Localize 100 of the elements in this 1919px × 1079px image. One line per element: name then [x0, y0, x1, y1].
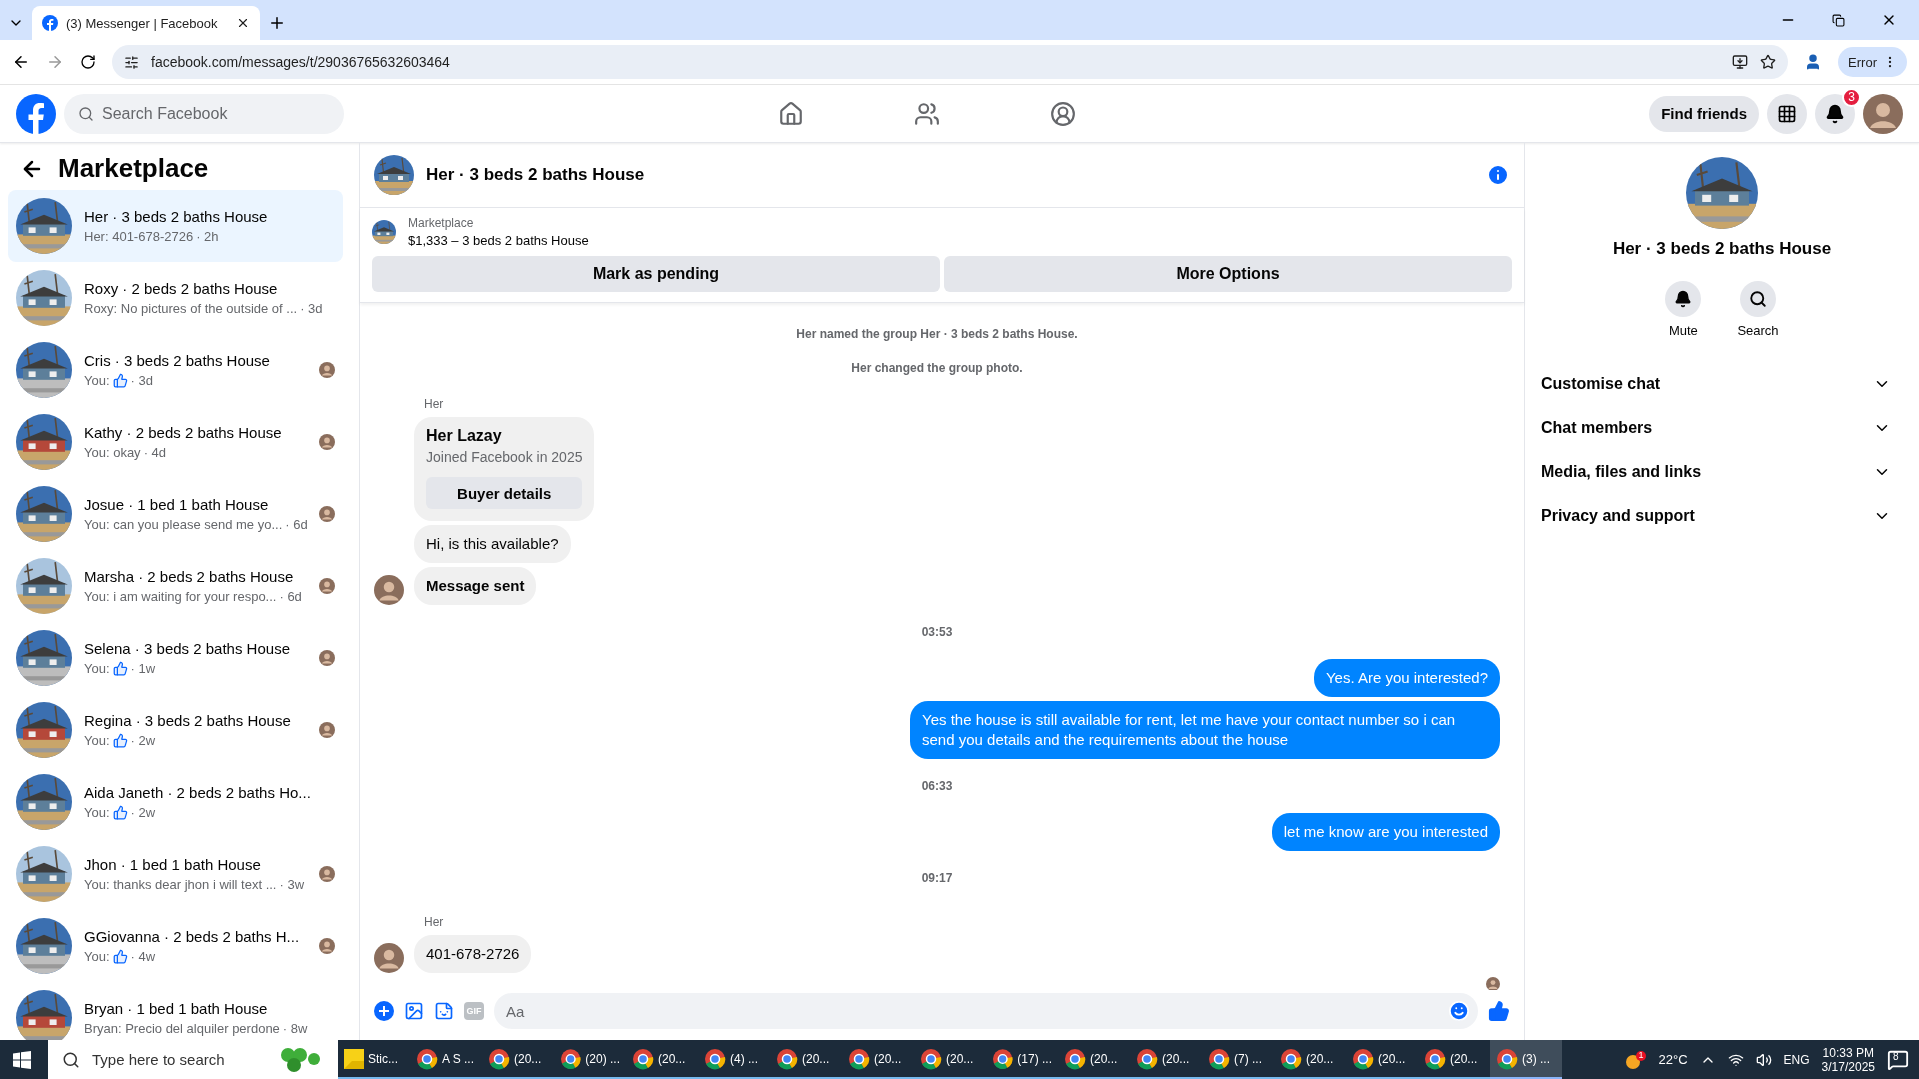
- browser-icon: [1496, 1047, 1518, 1070]
- profile-error-button[interactable]: Error: [1838, 47, 1907, 77]
- buyer-joined: Joined Facebook in 2025: [426, 449, 583, 465]
- message-preview: You:: [84, 949, 110, 964]
- volume-icon[interactable]: [1755, 1051, 1772, 1068]
- close-icon[interactable]: [236, 16, 250, 30]
- taskbar-app[interactable]: (20...: [482, 1040, 554, 1079]
- buyer-details-button[interactable]: Buyer details: [426, 477, 583, 509]
- back-icon[interactable]: [12, 53, 30, 71]
- browser-icon: [1064, 1047, 1086, 1070]
- listing-action-button[interactable]: Mark as pending: [372, 256, 940, 292]
- listing-action-button[interactable]: More Options: [944, 256, 1512, 292]
- bell-icon: [1674, 290, 1693, 308]
- site-settings-icon[interactable]: [124, 54, 139, 70]
- conversation-item[interactable]: Marsha · 2 beds 2 baths House You: i am waiting for your respo... · 6d: [8, 550, 343, 622]
- thumbs-up-icon[interactable]: [1488, 1000, 1510, 1022]
- conversation-item[interactable]: Kathy · 2 beds 2 baths House You: okay · 4d: [8, 406, 343, 478]
- message-time: · 3d: [130, 373, 153, 388]
- add-icon[interactable]: [374, 1001, 394, 1021]
- incoming-message: Message sent: [414, 567, 537, 605]
- listing-name[interactable]: $1,333 – 3 beds 2 baths House: [408, 233, 589, 248]
- browser-icon: [920, 1047, 942, 1070]
- facebook-logo[interactable]: [16, 93, 56, 134]
- taskbar-app[interactable]: (20...: [1058, 1040, 1130, 1079]
- sticker-icon[interactable]: [434, 1001, 454, 1021]
- info-icon[interactable]: [1486, 163, 1510, 187]
- taskbar-app[interactable]: A S ...: [410, 1040, 482, 1079]
- info-section[interactable]: Chat members: [1525, 406, 1919, 450]
- info-section[interactable]: Customise chat: [1525, 362, 1919, 406]
- browser-icon: [632, 1047, 654, 1070]
- conversation-title: Aida Janeth · 2 beds 2 baths Ho...: [84, 784, 312, 801]
- conversation-item[interactable]: Josue · 1 bed 1 bath House You: can you please send me yo... · 6d: [8, 478, 343, 550]
- message-preview: You:: [84, 805, 110, 820]
- conversation-item[interactable]: Cris · 3 beds 2 baths House You: · 3d: [8, 334, 343, 406]
- message-preview: You:: [84, 373, 110, 388]
- taskbar-app[interactable]: (20...: [770, 1040, 842, 1079]
- clock[interactable]: 10:33 PM 3/17/2025: [1821, 1045, 1875, 1074]
- conversation-item[interactable]: Roxy · 2 beds 2 baths House Roxy: No pictures of the outside of ... · 3d: [8, 262, 343, 334]
- conversation-title: Selena · 3 beds 2 baths House: [84, 640, 291, 657]
- find-friends-button[interactable]: Find friends: [1649, 95, 1759, 132]
- message-preview: You:: [84, 733, 110, 748]
- conversation-item[interactable]: Aida Janeth · 2 beds 2 baths Ho... You: · 2w: [8, 766, 343, 838]
- message-preview: You: okay: [84, 445, 141, 460]
- notification-center-icon[interactable]: 8: [1887, 1048, 1909, 1071]
- browser-icon: [704, 1047, 726, 1070]
- browser-icon: [776, 1047, 798, 1070]
- taskbar-app[interactable]: (20...: [1274, 1040, 1346, 1079]
- message-time: · 2h: [196, 229, 219, 244]
- taskbar-app[interactable]: (20) ...: [554, 1040, 626, 1079]
- facebook-icon: [42, 15, 58, 31]
- taskbar-app[interactable]: (3) ...: [1490, 1040, 1562, 1079]
- taskbar-app[interactable]: (20...: [842, 1040, 914, 1079]
- browser-tab[interactable]: (3) Messenger | Facebook: [32, 6, 260, 40]
- buyer-name: Her Lazay: [426, 427, 503, 445]
- taskbar-app[interactable]: (20...: [1130, 1040, 1202, 1079]
- photo-icon[interactable]: [404, 1001, 424, 1021]
- bookmark-star-icon[interactable]: [1760, 54, 1777, 70]
- search-field[interactable]: Search Facebook: [64, 93, 344, 134]
- temperature: 22°C: [1658, 1052, 1688, 1067]
- address-bar[interactable]: facebook.com/messages/t/29036765632603464: [112, 45, 1789, 79]
- conversation-item[interactable]: GGiovanna · 2 beds 2 baths H... You: · 4w: [8, 910, 343, 982]
- message-time: · 4d: [143, 445, 167, 460]
- notification-badge: 3: [1842, 87, 1861, 107]
- message-time: · 2w: [130, 805, 156, 820]
- taskbar-app[interactable]: (20...: [1346, 1040, 1418, 1079]
- message-input-field[interactable]: Aa: [494, 993, 1478, 1029]
- taskbar-app[interactable]: (4) ...: [698, 1040, 770, 1079]
- conversation-item[interactable]: Her · 3 beds 2 baths House Her: 401-678-2726 · 2h: [8, 190, 343, 262]
- taskbar-search-field[interactable]: Type here to search: [48, 1040, 338, 1079]
- conversation-item[interactable]: Jhon · 1 bed 1 bath House You: thanks dear jhon i will text ... · 3w: [8, 838, 343, 910]
- sender-name: Her: [423, 396, 445, 413]
- info-section[interactable]: Media, files and links: [1525, 450, 1919, 494]
- grid-icon: [1777, 103, 1797, 124]
- conversation-item[interactable]: Regina · 3 beds 2 baths House You: · 2w: [8, 694, 343, 766]
- conversation-title: Marsha · 2 beds 2 baths House: [84, 568, 295, 585]
- sidebar-title: Marketplace: [58, 153, 209, 184]
- reload-icon[interactable]: [80, 54, 96, 70]
- taskbar-app[interactable]: (7) ...: [1202, 1040, 1274, 1079]
- browser-icon: [488, 1047, 510, 1070]
- install-icon[interactable]: [1732, 54, 1749, 70]
- outgoing-message: let me know are you interested: [1271, 813, 1500, 851]
- conversation-item[interactable]: Selena · 3 beds 2 baths House You: · 1w: [8, 622, 343, 694]
- info-title: Her · 3 beds 2 baths House: [1611, 239, 1833, 259]
- message-timestamp: 09:17: [920, 870, 954, 887]
- incoming-message: Hi, is this available?: [414, 525, 571, 563]
- taskbar-app[interactable]: (20...: [626, 1040, 698, 1079]
- info-section[interactable]: Privacy and support: [1525, 494, 1919, 538]
- taskbar-app[interactable]: Stic...: [338, 1040, 410, 1079]
- taskbar-app[interactable]: (17) ...: [986, 1040, 1058, 1079]
- forward-icon[interactable]: [46, 53, 64, 71]
- message-preview: You: can you please send me yo...: [84, 517, 283, 532]
- taskbar-app[interactable]: (20...: [914, 1040, 986, 1079]
- sender-name: Her: [423, 914, 445, 931]
- message-preview: Her: 401-678-2726: [84, 229, 194, 244]
- menu-button[interactable]: [1767, 93, 1807, 134]
- language[interactable]: ENG: [1783, 1052, 1810, 1067]
- restore-icon[interactable]: [1832, 13, 1845, 27]
- emoji-icon[interactable]: [1448, 1000, 1470, 1022]
- outgoing-message: Yes. Are you interested?: [1313, 659, 1500, 697]
- message-time: · 4w: [130, 949, 156, 964]
